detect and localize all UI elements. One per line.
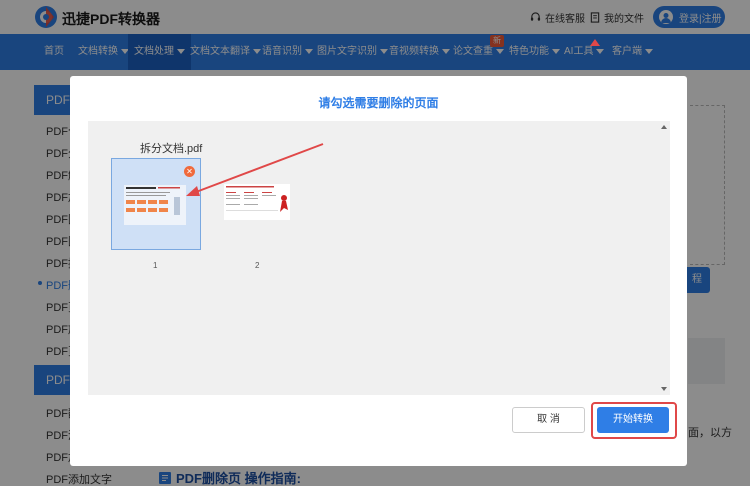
annotation-arrow-icon <box>186 143 324 196</box>
annotation-layer <box>186 39 600 196</box>
ai-tools-pointer-icon <box>590 39 600 46</box>
